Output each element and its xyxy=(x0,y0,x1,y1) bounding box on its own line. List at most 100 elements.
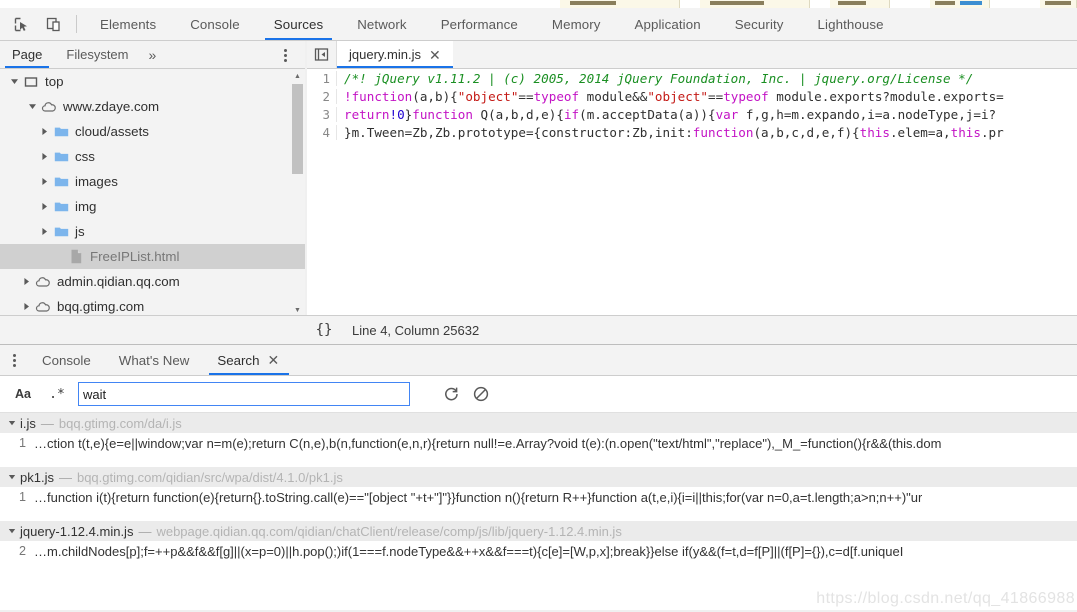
code-token: if xyxy=(563,106,580,122)
device-toggle-icon[interactable] xyxy=(40,11,66,37)
nav-tab-page[interactable]: Page xyxy=(0,41,54,68)
tree-item-images[interactable]: images xyxy=(0,169,305,194)
tab-application[interactable]: Application xyxy=(618,8,718,40)
navigator-pane: Page Filesystem » top www.zdaye.com clou… xyxy=(0,41,305,344)
result-group-header[interactable]: pk1.js — bqq.gtimg.com/qidian/src/wpa/di… xyxy=(0,467,1077,487)
code-line-content: return!0}function Q(a,b,d,e){if(m.accept… xyxy=(337,107,1077,122)
pretty-print-button[interactable]: {} xyxy=(307,316,341,344)
page-content-sliver xyxy=(0,0,1077,8)
chevron-right-icon[interactable] xyxy=(38,151,50,163)
tab-lighthouse[interactable]: Lighthouse xyxy=(801,8,901,40)
result-file-name: jquery-1.12.4.min.js xyxy=(20,523,134,539)
folder-icon xyxy=(53,124,69,140)
scroll-up-icon[interactable]: ▲ xyxy=(292,71,303,82)
editor-tab-bar: jquery.min.js ✕ xyxy=(307,41,1077,69)
chevron-down-icon[interactable] xyxy=(6,472,17,483)
code-comment: /*! jQuery v1.11.2 | (c) 2005, 2014 jQue… xyxy=(344,70,974,86)
result-group-header[interactable]: i.js — bqq.gtimg.com/da/i.js xyxy=(0,413,1077,433)
tree-item-label: www.zdaye.com xyxy=(63,99,160,114)
chevron-right-icon[interactable] xyxy=(38,126,50,138)
devtools-main-toolbar: Elements Console Sources Network Perform… xyxy=(0,8,1077,41)
close-icon[interactable]: ✕ xyxy=(427,48,443,62)
code-token: (a,b,c,d,e,f){ xyxy=(753,124,860,140)
tab-network[interactable]: Network xyxy=(340,8,423,40)
result-group-header[interactable]: jquery-1.12.4.min.js — webpage.qidian.qq… xyxy=(0,521,1077,541)
code-line: 2 !function(a,b){"object"==typeof module… xyxy=(307,87,1077,105)
scroll-thumb[interactable] xyxy=(292,84,303,174)
tree-item-label: top xyxy=(45,74,64,89)
document-icon xyxy=(68,249,84,265)
tree-item-cloud-assets[interactable]: cloud/assets xyxy=(0,119,305,144)
scroll-track[interactable] xyxy=(292,82,303,305)
result-match-row[interactable]: 1 …function i(t){return function(e){retu… xyxy=(0,487,1077,507)
chevron-right-icon[interactable] xyxy=(20,301,32,313)
code-token: "object" xyxy=(457,88,519,104)
tree-item-img[interactable]: img xyxy=(0,194,305,219)
inspect-cursor-icon[interactable] xyxy=(8,11,34,37)
result-line-number: 1 xyxy=(18,490,26,504)
result-snippet: …m.childNodes[p];f=++p&&f&&f[g]||(x=p=0)… xyxy=(34,543,904,559)
close-icon[interactable]: ✕ xyxy=(265,353,281,367)
code-token: !0 xyxy=(389,106,405,122)
line-number: 3 xyxy=(307,106,337,122)
code-token: (m.acceptData(a)){ xyxy=(579,106,716,122)
code-line-content: }m.Tween=Zb,Zb.prototype={constructor:Zb… xyxy=(337,125,1077,140)
code-token: module.exports?module.exports= xyxy=(768,88,1004,104)
result-file-url: bqq.gtimg.com/da/i.js xyxy=(58,415,182,431)
editor-pane: jquery.min.js ✕ 1 /*! jQuery v1.11.2 | (… xyxy=(307,41,1077,344)
status-bar-left-filler xyxy=(0,315,307,344)
chevron-right-icon[interactable] xyxy=(38,176,50,188)
match-case-icon[interactable]: Aa xyxy=(8,381,38,407)
more-options-icon[interactable] xyxy=(275,45,295,65)
tab-performance[interactable]: Performance xyxy=(424,8,535,40)
chevron-down-icon[interactable] xyxy=(8,76,20,88)
tab-sources[interactable]: Sources xyxy=(257,8,340,40)
drawer-tab-console[interactable]: Console xyxy=(28,345,105,375)
chevron-right-icon[interactable] xyxy=(38,226,50,238)
nav-tab-page-label: Page xyxy=(12,47,43,62)
match-case-label: Aa xyxy=(15,387,31,401)
drawer-tab-console-label: Console xyxy=(42,352,91,368)
chevron-down-icon[interactable] xyxy=(6,526,17,537)
clear-icon[interactable] xyxy=(466,381,496,407)
editor-tab-jquery-min-js[interactable]: jquery.min.js ✕ xyxy=(337,41,453,68)
tab-elements[interactable]: Elements xyxy=(83,8,173,40)
code-token: .pr xyxy=(980,124,1004,140)
result-file-url: bqq.gtimg.com/qidian/src/wpa/dist/4.1.0/… xyxy=(76,469,343,485)
chevron-down-icon[interactable] xyxy=(6,418,17,429)
chevron-right-icon[interactable] xyxy=(38,201,50,213)
line-number: 2 xyxy=(307,88,337,104)
result-snippet: …ction t(t,e){e=e||window;var n=m(e);ret… xyxy=(34,435,942,451)
more-tools-icon[interactable] xyxy=(0,345,28,375)
code-token: typeof xyxy=(533,88,580,104)
tab-memory[interactable]: Memory xyxy=(535,8,618,40)
nav-tab-filesystem[interactable]: Filesystem xyxy=(54,41,140,68)
refresh-icon[interactable] xyxy=(436,381,466,407)
code-editor[interactable]: 1 /*! jQuery v1.11.2 | (c) 2005, 2014 jQ… xyxy=(307,69,1077,335)
code-token: var xyxy=(715,106,739,122)
tree-item-admin-qidian-qq-com[interactable]: admin.qidian.qq.com xyxy=(0,269,305,294)
drawer-tab-search[interactable]: Search ✕ xyxy=(203,345,295,375)
result-file-url: webpage.qidian.qq.com/qidian/chatClient/… xyxy=(156,523,622,539)
folder-icon xyxy=(53,174,69,190)
chevron-down-icon[interactable] xyxy=(26,101,38,113)
tree-item-js[interactable]: js xyxy=(0,219,305,244)
navigator-vertical-scrollbar[interactable]: ▲ ▼ xyxy=(292,71,303,316)
drawer-tab-whats-new[interactable]: What's New xyxy=(105,345,204,375)
tree-item-css[interactable]: css xyxy=(0,144,305,169)
tab-elements-label: Elements xyxy=(100,16,157,32)
regex-icon[interactable]: .* xyxy=(42,381,72,407)
result-match-row[interactable]: 2 …m.childNodes[p];f=++p&&f&&f[g]||(x=p=… xyxy=(0,541,1077,561)
nav-more-tabs-icon[interactable]: » xyxy=(141,41,165,68)
tree-item-top[interactable]: top xyxy=(0,69,305,94)
tree-item-freeiplist-html[interactable]: FreeIPList.html xyxy=(0,244,305,269)
chevron-right-icon[interactable] xyxy=(20,276,32,288)
search-input[interactable] xyxy=(78,382,410,406)
tab-security[interactable]: Security xyxy=(718,8,801,40)
show-navigator-icon[interactable] xyxy=(307,41,337,68)
result-match-row[interactable]: 1 …ction t(t,e){e=e||window;var n=m(e);r… xyxy=(0,433,1077,453)
tree-item-www-zdaye-com[interactable]: www.zdaye.com xyxy=(0,94,305,119)
drawer-panel: Console What's New Search ✕ Aa .* wait i… xyxy=(0,344,1077,612)
tab-console[interactable]: Console xyxy=(173,8,257,40)
code-token: "object" xyxy=(647,88,709,104)
